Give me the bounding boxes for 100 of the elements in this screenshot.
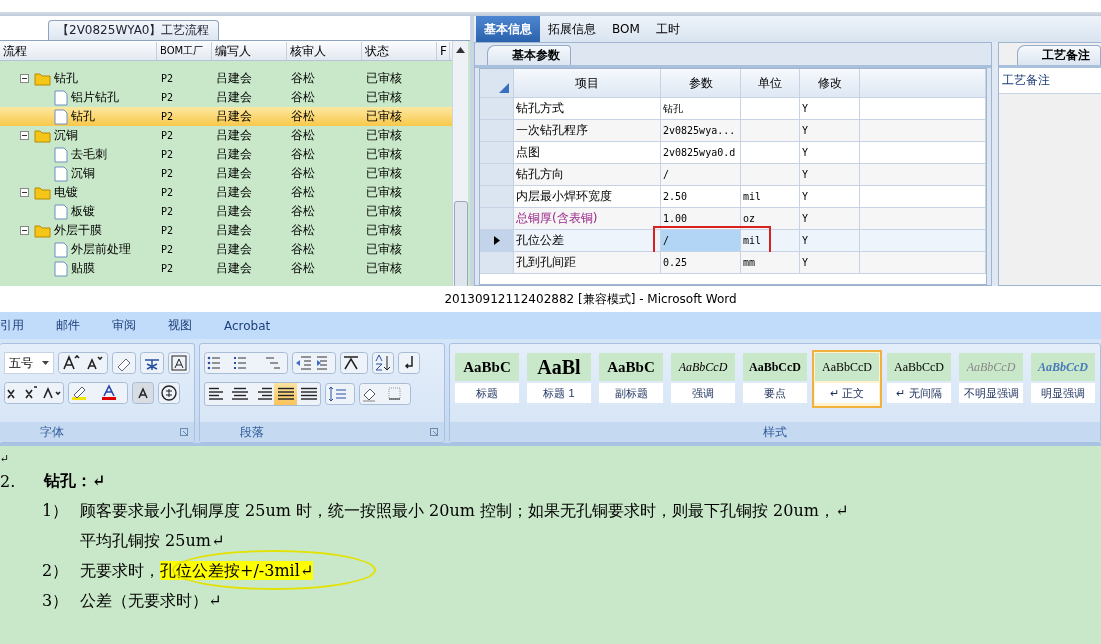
style-gallery-item[interactable]: AaBbC 标题 (452, 350, 522, 408)
panel-title-tab[interactable]: 【2V0825WYA0】工艺流程 (48, 20, 219, 40)
style-gallery-item[interactable]: AaBbCcD 明显强调 (1028, 350, 1098, 408)
table-cell[interactable]: 0.25 (661, 252, 741, 274)
column-header[interactable]: 编写人 (212, 41, 287, 60)
table-cell-text: P2 (160, 92, 175, 103)
column-header[interactable]: 状态 (362, 41, 437, 60)
ribbon-tab[interactable]: 邮件 (40, 317, 96, 334)
style-gallery-item[interactable]: AaBbC 副标题 (596, 350, 666, 408)
table-row[interactable]: 总铜厚(含表铜) 1.00 oz Y (480, 208, 986, 230)
scrollbar-thumb[interactable] (454, 201, 468, 286)
row-header[interactable] (480, 230, 514, 252)
font-size-buttons-icon[interactable] (58, 352, 108, 374)
folder-icon (34, 223, 51, 238)
collapse-icon[interactable] (20, 74, 29, 83)
tab[interactable]: 拓展信息 (540, 16, 604, 42)
tab[interactable]: 基本信息 (476, 16, 540, 42)
tab[interactable]: 基本参数 (487, 45, 571, 65)
table-cell-text: P2 (160, 111, 175, 122)
tree-item-label: 沉铜 (54, 127, 78, 144)
alignment-button[interactable] (274, 383, 297, 405)
tree-row[interactable]: 沉铜 P2 吕建会 谷松 已审核 (0, 164, 452, 183)
text-direction-icon[interactable] (340, 352, 368, 374)
ribbon-tab[interactable]: Acrobat (208, 318, 287, 333)
table-row[interactable]: 一次钻孔程序 2v0825wya... Y (480, 120, 986, 142)
table-cell-text: P2 (160, 168, 175, 179)
style-gallery-item[interactable]: AaBbCcD 强调 (668, 350, 738, 408)
notes-label: 工艺备注 (999, 68, 1101, 94)
tree-row[interactable]: 沉铜 P2 吕建会 谷松 已审核 (0, 126, 452, 145)
table-cell-text: 谷松 (290, 70, 316, 87)
column-header[interactable]: F (437, 41, 450, 60)
paragraph-mark: ↵ (0, 451, 10, 465)
tree-item-label: 去毛刺 (71, 146, 107, 163)
column-header[interactable]: 流程 (0, 41, 157, 60)
collapse-icon[interactable] (20, 188, 29, 197)
character-shading-icon[interactable] (132, 382, 154, 404)
script-buttons-icon[interactable] (4, 382, 64, 404)
phonetic-guide-icon[interactable] (140, 352, 164, 374)
collapse-icon[interactable] (20, 226, 29, 235)
shading-and-borders-icon[interactable] (359, 383, 411, 405)
scrollbar[interactable] (452, 41, 468, 286)
tree-row[interactable]: 外层前处理 P2 吕建会 谷松 已审核 (0, 240, 452, 259)
column-header[interactable]: 项目 (514, 69, 661, 98)
tab[interactable]: BOM (604, 16, 648, 42)
table-cell-text: P2 (160, 206, 175, 217)
left-align-icon (207, 387, 226, 401)
tree-row[interactable]: 钻孔 P2 吕建会 谷松 已审核 (0, 107, 452, 126)
table-cell: mm (741, 252, 800, 274)
table-cell[interactable]: / (661, 230, 741, 252)
table-row[interactable]: 孔到孔间距 0.25 mm Y (480, 252, 986, 274)
tree-row[interactable]: 钻孔 P2 吕建会 谷松 已审核 (0, 69, 452, 88)
table-cell-text: P2 (160, 73, 175, 84)
table-cell-text: P2 (160, 130, 175, 141)
style-gallery-item[interactable]: AaBbCcD 不明显强调 (956, 350, 1026, 408)
table-cell-text: 已审核 (365, 165, 403, 182)
table-cell-text: 吕建会 (215, 127, 253, 144)
scroll-up-icon[interactable] (456, 47, 465, 53)
document-icon (54, 165, 68, 182)
tree-row[interactable]: 贴膜 P2 吕建会 谷松 已审核 (0, 259, 452, 278)
paragraph-text: 顾客要求最小孔铜厚度 25um 时，统一按照最小 20um 控制；如果无孔铜要求时，则最下孔铜按 20um，↵ (80, 500, 849, 522)
style-gallery-item[interactable]: AaBbCcD ↵ 无间隔 (884, 350, 954, 408)
ribbon-tab[interactable]: 审阅 (96, 317, 152, 334)
tree-row[interactable]: 电镀 P2 吕建会 谷松 已审核 (0, 183, 452, 202)
tab[interactable]: 工时 (647, 16, 688, 42)
column-header[interactable]: 单位 (741, 69, 800, 98)
ribbon-tab[interactable]: 视图 (152, 317, 208, 334)
style-gallery-item[interactable]: AaBbCcD ↵ 正文 (812, 350, 882, 408)
list-buttons-icon[interactable] (204, 352, 288, 374)
sort-icon[interactable] (372, 352, 394, 374)
paragraph-mark-icon[interactable] (398, 352, 420, 374)
tree-item-label: 钻孔 (54, 70, 78, 87)
tree-row[interactable]: 板镀 P2 吕建会 谷松 已审核 (0, 202, 452, 221)
table-cell: mil (741, 230, 800, 252)
column-header[interactable]: 修改 (800, 69, 860, 98)
table-cell-text: 吕建会 (215, 184, 253, 201)
table-cell[interactable]: / (661, 164, 741, 186)
character-border-icon[interactable] (168, 352, 190, 374)
tab[interactable]: 工艺备注 (1017, 45, 1101, 65)
style-gallery-item[interactable]: AaBl 标题 1 (524, 350, 594, 408)
paragraph-text: 钻孔：↵ (44, 470, 106, 492)
enclosed-character-icon[interactable] (158, 382, 180, 404)
table-row[interactable]: 钻孔方向 / Y (480, 164, 986, 186)
font-size-dropdown[interactable]: 五号 (4, 352, 54, 374)
color-buttons-icon[interactable] (68, 382, 128, 404)
table-cell-text: 吕建会 (215, 146, 253, 163)
table-cell (741, 164, 800, 186)
table-row[interactable]: 孔位公差 / mil Y (480, 230, 986, 252)
tree-row[interactable]: 去毛刺 P2 吕建会 谷松 已审核 (0, 145, 452, 164)
tree-row[interactable]: 铝片钻孔 P2 吕建会 谷松 已审核 (0, 88, 452, 107)
table-cell[interactable]: 1.00 (661, 208, 741, 230)
tree-row[interactable]: 外层干膜 P2 吕建会 谷松 已审核 (0, 221, 452, 240)
ribbon-tab[interactable]: 引用 (0, 317, 40, 334)
column-header[interactable]: BOM工厂 (157, 41, 212, 60)
column-header[interactable]: 参数 (661, 69, 741, 98)
collapse-icon[interactable] (20, 131, 29, 140)
eraser-icon[interactable] (112, 352, 136, 374)
table-cell[interactable]: 2v0825wya... (661, 120, 741, 142)
table-cell-text: 已审核 (365, 260, 403, 277)
column-header[interactable]: 核审人 (287, 41, 362, 60)
style-gallery-item[interactable]: AaBbCcD 要点 (740, 350, 810, 408)
